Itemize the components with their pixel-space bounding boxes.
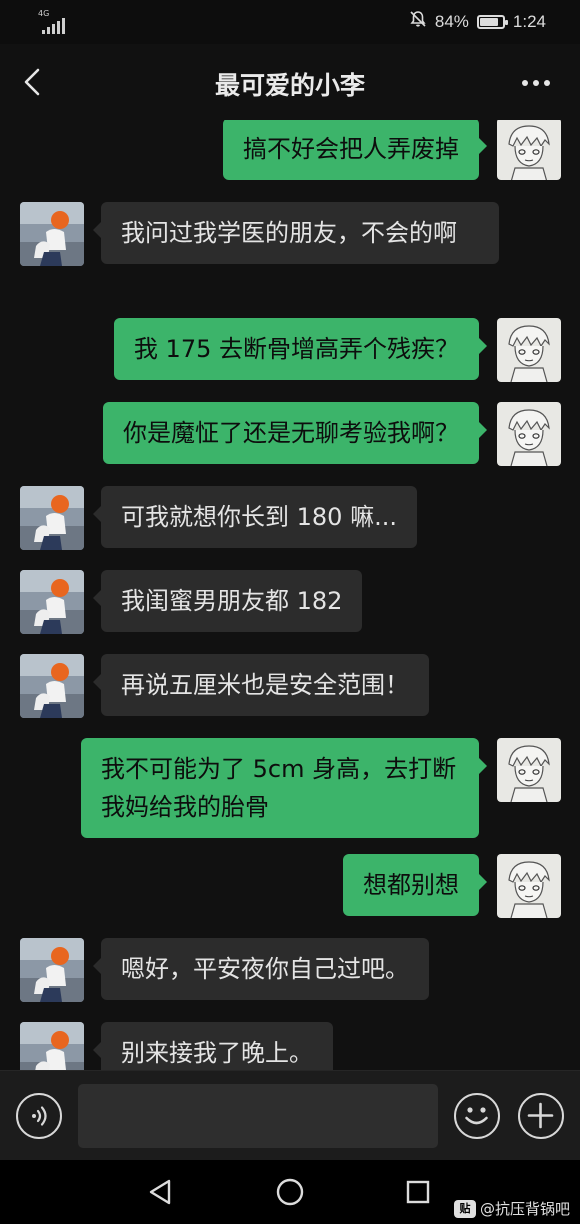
- message-input[interactable]: [78, 1084, 438, 1148]
- message-bubble-received[interactable]: 嗯好，平安夜你自己过吧。: [93, 938, 429, 1000]
- message-bubble-sent[interactable]: 我不可能为了 5cm 身高，去打断我妈给我的胎骨: [81, 738, 487, 838]
- plus-icon: [527, 1102, 554, 1129]
- battery-percent: 84%: [434, 11, 469, 31]
- square-recents-icon: [406, 1180, 430, 1204]
- voice-input-button[interactable]: [16, 1093, 62, 1139]
- signal-strength-icon: [42, 18, 65, 34]
- message-bubble-sent[interactable]: 我 175 去断骨增高弄个残疾？: [113, 318, 488, 380]
- voice-icon: [32, 1106, 47, 1126]
- contact-avatar[interactable]: [20, 1022, 84, 1070]
- contact-avatar[interactable]: [20, 938, 84, 1002]
- my-avatar[interactable]: [497, 402, 561, 466]
- dot-icon: [544, 80, 550, 86]
- watermark: 贴 @抗压背锅吧: [453, 1198, 570, 1219]
- my-avatar[interactable]: [497, 318, 561, 382]
- contact-avatar[interactable]: [20, 654, 84, 718]
- battery-fill: [479, 17, 499, 26]
- network-type: 4G: [38, 9, 50, 18]
- my-avatar[interactable]: [497, 854, 561, 918]
- tieba-logo-icon: 贴: [453, 1199, 476, 1218]
- message-bubble-received[interactable]: 可我就想你长到 180 嘛...: [93, 486, 417, 548]
- message-bubble-sent[interactable]: 你是魔怔了还是无聊考验我啊？: [103, 402, 487, 464]
- contact-avatar[interactable]: [20, 202, 84, 266]
- my-avatar[interactable]: [497, 120, 561, 180]
- system-navigation-bar: 贴 @抗压背锅吧: [0, 1160, 580, 1224]
- title-bar: 最可爱的小李: [0, 44, 580, 120]
- message-bubble-sent[interactable]: 想都别想: [343, 854, 487, 916]
- more-functions-button[interactable]: [518, 1093, 564, 1139]
- message-bubble-sent[interactable]: 搞不好会把人弄废掉: [223, 120, 487, 180]
- message-bubble-received[interactable]: 我闺蜜男朋友都 182: [92, 570, 363, 632]
- mute-icon: [409, 10, 427, 33]
- status-bar: 4G 84% 1:24: [0, 0, 580, 44]
- network-status: 4G: [38, 9, 65, 34]
- nav-back-button[interactable]: [142, 1174, 178, 1210]
- chat-message-list[interactable]: 搞不好会把人弄废掉 我问过我学医的朋友，不会的啊 我 175 去断骨增高弄个残疾…: [0, 120, 580, 1070]
- battery-icon: [476, 14, 508, 29]
- contact-avatar[interactable]: [20, 570, 84, 634]
- dot-icon: [533, 80, 539, 86]
- nav-recents-button[interactable]: [400, 1174, 436, 1210]
- circle-home-icon: [276, 1178, 304, 1206]
- my-avatar[interactable]: [497, 738, 561, 802]
- contact-avatar[interactable]: [20, 486, 84, 550]
- watermark-text: @抗压背锅吧: [479, 1200, 570, 1218]
- message-bubble-received[interactable]: 我问过我学医的朋友，不会的啊: [93, 202, 499, 264]
- emoji-button[interactable]: [454, 1093, 500, 1139]
- message-bubble-received[interactable]: 别来接我了晚上。: [93, 1022, 333, 1070]
- nav-home-button[interactable]: [272, 1174, 308, 1210]
- triangle-back-icon: [149, 1179, 171, 1205]
- more-options-button[interactable]: [516, 68, 556, 98]
- message-bubble-received[interactable]: 再说五厘米也是安全范围！: [93, 654, 429, 716]
- clock: 1:24: [512, 11, 546, 31]
- smiley-icon: [465, 1107, 488, 1125]
- dot-icon: [522, 80, 528, 86]
- input-bar: [0, 1070, 580, 1160]
- page-title: 最可爱的小李: [214, 71, 365, 100]
